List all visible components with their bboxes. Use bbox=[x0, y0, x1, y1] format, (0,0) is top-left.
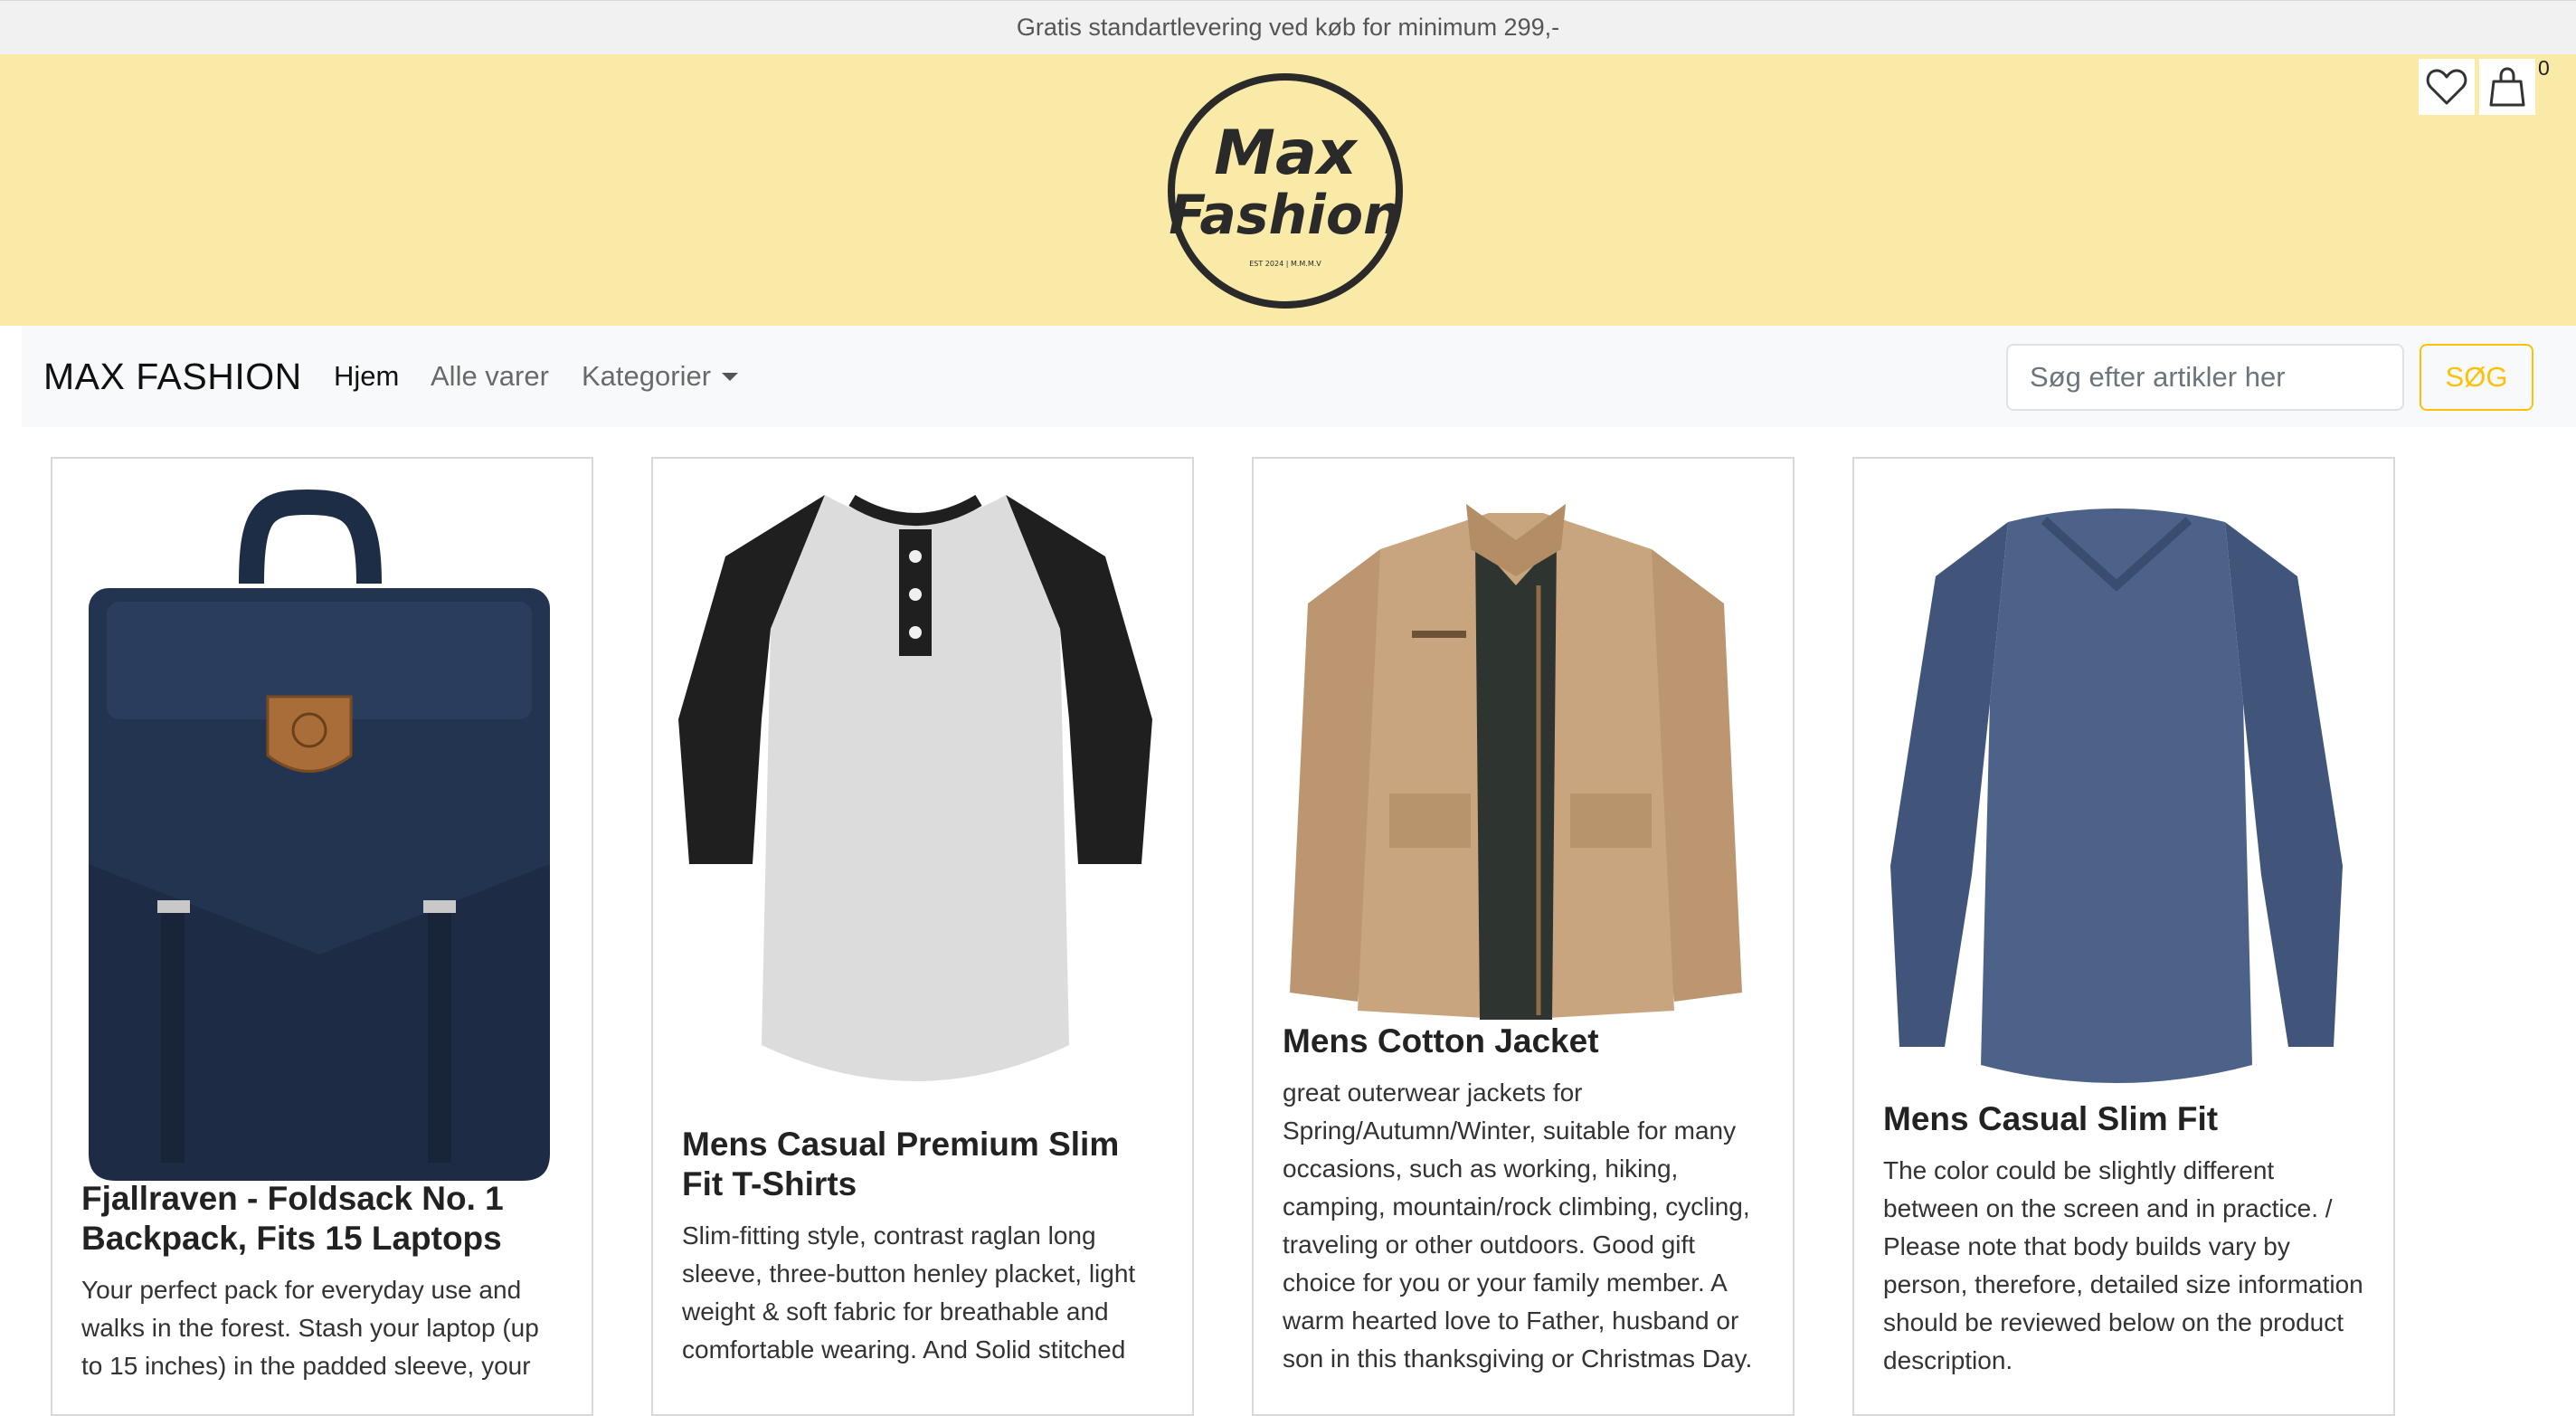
main-navbar: MAX FASHION Hjem Alle varer Kategorier S… bbox=[22, 326, 2576, 427]
svg-text:Fashion: Fashion bbox=[1169, 184, 1402, 247]
caret-down-icon bbox=[722, 372, 739, 381]
product-card[interactable]: Fjallraven - Foldsack No. 1 Backpack, Fi… bbox=[51, 457, 593, 1416]
product-description: Slim-fitting style, contrast raglan long… bbox=[682, 1221, 1136, 1364]
cart-button[interactable] bbox=[2479, 59, 2535, 115]
card-body: Mens Cotton Jacket great outerwear jacke… bbox=[1283, 1022, 1767, 1378]
product-title[interactable]: Fjallraven - Foldsack No. 1 Backpack, Fi… bbox=[81, 1179, 566, 1259]
product-description: The color could be slightly different be… bbox=[1883, 1156, 2363, 1374]
svg-text:EST 2024 | M.M.M.V: EST 2024 | M.M.M.V bbox=[1249, 260, 1321, 268]
nav-item-home[interactable]: Hjem bbox=[334, 360, 399, 393]
product-card[interactable]: Mens Casual Slim Fit The color could be … bbox=[1852, 457, 2395, 1416]
product-image-raglan-shirt[interactable] bbox=[671, 484, 1160, 1126]
heart-icon bbox=[2426, 69, 2467, 105]
nav-item-all-products[interactable]: Alle varer bbox=[431, 360, 549, 393]
product-description: great outerwear jackets for Spring/Autum… bbox=[1283, 1079, 1753, 1373]
wishlist-button[interactable] bbox=[2419, 59, 2475, 115]
navbar-brand[interactable]: MAX FASHION bbox=[43, 356, 302, 398]
bag-icon bbox=[2489, 67, 2525, 107]
product-image-cotton-jacket[interactable] bbox=[1272, 486, 1760, 1029]
promo-text: Gratis standartlevering ved køb for mini… bbox=[1016, 14, 1560, 41]
card-body: Mens Casual Slim Fit The color could be … bbox=[1883, 1099, 2368, 1380]
product-card[interactable]: Mens Cotton Jacket great outerwear jacke… bbox=[1252, 457, 1795, 1416]
search-button[interactable]: SØG bbox=[2420, 344, 2533, 411]
svg-text:Max: Max bbox=[1214, 118, 1359, 189]
product-title[interactable]: Mens Cotton Jacket bbox=[1283, 1022, 1767, 1061]
product-description: Your perfect pack for everyday use and w… bbox=[81, 1276, 539, 1380]
card-body: Mens Casual Premium Slim Fit T-Shirts Sl… bbox=[682, 1125, 1167, 1369]
max-fashion-logo[interactable]: Max Fashion EST 2024 | M.M.M.V bbox=[1167, 72, 1404, 309]
categories-label: Kategorier bbox=[582, 360, 712, 392]
nav-item-categories-dropdown[interactable]: Kategorier bbox=[582, 360, 739, 393]
product-card[interactable]: Mens Casual Premium Slim Fit T-Shirts Sl… bbox=[651, 457, 1194, 1416]
header-banner: Max Fashion EST 2024 | M.M.M.V 0 bbox=[0, 54, 2576, 326]
search-input[interactable] bbox=[2006, 344, 2404, 411]
promo-bar: Gratis standartlevering ved køb for mini… bbox=[0, 0, 2576, 54]
product-image-slim-fit-shirt[interactable] bbox=[1872, 486, 2361, 1101]
product-title[interactable]: Mens Casual Premium Slim Fit T-Shirts bbox=[682, 1125, 1167, 1204]
product-image-backpack[interactable] bbox=[71, 484, 559, 1181]
cart-count-badge: 0 bbox=[2538, 56, 2550, 80]
product-title[interactable]: Mens Casual Slim Fit bbox=[1883, 1099, 2368, 1139]
card-body: Fjallraven - Foldsack No. 1 Backpack, Fi… bbox=[81, 1179, 566, 1385]
